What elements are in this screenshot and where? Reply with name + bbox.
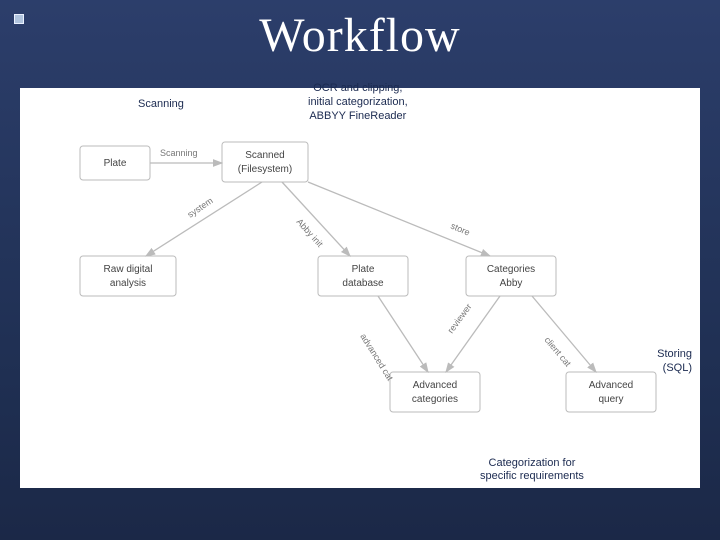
cap-ocr: OCR and clipping, initial categorization… xyxy=(308,82,408,123)
svg-text:Abby: Abby xyxy=(500,278,523,289)
cap-scanning: Scanning xyxy=(138,98,184,112)
svg-text:reviewer: reviewer xyxy=(446,302,474,335)
svg-text:categories: categories xyxy=(412,394,458,405)
edge-clientcat: client cat xyxy=(532,296,596,372)
node-raw: Raw digital analysis xyxy=(80,256,176,296)
edge-system: system xyxy=(146,182,262,256)
svg-text:Raw digital: Raw digital xyxy=(104,264,153,275)
cap-storing: Storing (SQL) xyxy=(657,348,692,376)
node-db: Plate database xyxy=(318,256,408,296)
svg-text:Plate: Plate xyxy=(104,158,127,169)
svg-text:Categories: Categories xyxy=(487,264,535,275)
slide-title: Workflow xyxy=(0,8,720,63)
cap-categorize: Categorization for specific requirements xyxy=(480,457,584,485)
svg-text:Scanned: Scanned xyxy=(245,150,284,161)
node-advcat: Advanced categories xyxy=(390,372,480,412)
svg-text:Abby init: Abby init xyxy=(295,217,326,250)
edge-scanning: Scanning xyxy=(150,148,222,163)
svg-text:query: query xyxy=(598,394,623,405)
svg-text:system: system xyxy=(186,195,215,219)
edge-reviewer: reviewer xyxy=(446,296,500,372)
svg-text:Scanning: Scanning xyxy=(160,148,198,158)
node-plate: Plate xyxy=(80,146,150,180)
node-abby: Categories Abby xyxy=(466,256,556,296)
edge-advcat: advanced cat xyxy=(358,296,428,383)
svg-text:(Filesystem): (Filesystem) xyxy=(238,164,292,175)
svg-text:Advanced: Advanced xyxy=(589,380,633,391)
diagram-panel: Scanning OCR and clipping, initial categ… xyxy=(20,88,700,488)
edge-store: store xyxy=(308,182,490,256)
svg-text:Plate: Plate xyxy=(352,264,375,275)
workflow-svg: Plate Scanned (Filesystem) Raw digital a… xyxy=(20,88,700,488)
node-query: Advanced query xyxy=(566,372,656,412)
svg-text:database: database xyxy=(342,278,384,289)
svg-text:Advanced: Advanced xyxy=(413,380,457,391)
svg-text:store: store xyxy=(449,221,471,238)
slide-root: Workflow Scanning OCR and clipping, init… xyxy=(0,0,720,540)
edge-abbyinit: Abby init xyxy=(282,182,350,256)
svg-text:analysis: analysis xyxy=(110,278,146,289)
svg-text:advanced cat: advanced cat xyxy=(358,332,395,383)
node-scanned: Scanned (Filesystem) xyxy=(222,142,308,182)
